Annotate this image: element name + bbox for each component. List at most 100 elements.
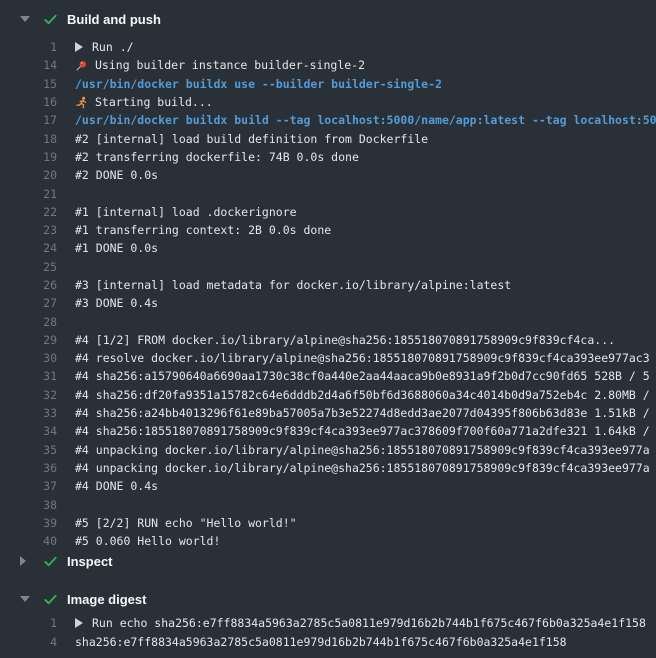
log-line: 20 #2 DONE 0.0s <box>0 166 656 184</box>
line-number[interactable]: 28 <box>0 315 57 329</box>
log-text-content: #4 unpacking docker.io/library/alpine@sh… <box>75 461 650 475</box>
log-text-content: #2 DONE 0.0s <box>75 168 158 182</box>
log-text-content: #4 [1/2] FROM docker.io/library/alpine@s… <box>75 333 615 347</box>
log-line: 26 #3 [internal] load metadata for docker… <box>0 276 656 294</box>
line-number[interactable]: 39 <box>0 516 57 530</box>
log-line: 23 #1 transferring context: 2B 0.0s done <box>0 221 656 239</box>
log-line: 22 #1 [internal] load .dockerignore <box>0 203 656 221</box>
log-line: 34 #4 sha256:185518070891758909c9f839cf4c… <box>0 422 656 440</box>
section-title: Build and push <box>67 12 161 27</box>
log-line: 1 Run echo sha256:e7ff8834a5963a2785c5a08… <box>0 614 656 632</box>
log-text: Run ./ <box>75 40 134 54</box>
log-text: Run echo sha256:e7ff8834a5963a2785c5a081… <box>75 616 646 630</box>
line-number[interactable]: 22 <box>0 205 57 219</box>
log-text-content: /usr/bin/docker buildx build --tag local… <box>75 113 656 127</box>
run-expand-icon[interactable] <box>75 618 83 628</box>
section-title: Inspect <box>67 554 113 569</box>
line-number[interactable]: 14 <box>0 58 57 72</box>
log-text: #1 [internal] load .dockerignore <box>75 205 297 219</box>
line-number[interactable]: 40 <box>0 534 57 548</box>
line-number[interactable]: 30 <box>0 351 57 365</box>
log-text-content: #1 DONE 0.0s <box>75 241 158 255</box>
line-number[interactable]: 34 <box>0 424 57 438</box>
line-number[interactable]: 24 <box>0 241 57 255</box>
section-header-image-digest[interactable]: Image digest <box>0 588 656 610</box>
log-text: /usr/bin/docker buildx build --tag local… <box>75 113 656 127</box>
log-text-content: Run ./ <box>92 40 134 54</box>
line-number[interactable]: 15 <box>0 77 57 91</box>
line-number[interactable]: 27 <box>0 296 57 310</box>
log-text: #4 sha256:a15790640a6690aa1730c38cf0a440… <box>75 369 650 383</box>
log-text: #2 transferring dockerfile: 74B 0.0s don… <box>75 150 359 164</box>
line-number[interactable]: 31 <box>0 369 57 383</box>
line-number[interactable]: 23 <box>0 223 57 237</box>
run-expand-icon[interactable] <box>75 42 83 52</box>
log-text: Starting build... <box>75 95 213 109</box>
log-text-content: #4 sha256:185518070891758909c9f839cf4ca3… <box>75 424 650 438</box>
log-text: #4 sha256:a24bb4013296f61e89ba57005a7b3e… <box>75 406 650 420</box>
runner-emoji-icon <box>75 96 88 109</box>
chevron-down-icon[interactable] <box>20 16 30 22</box>
log-text: #2 DONE 0.0s <box>75 168 158 182</box>
log-line: 40#5 0.060 Hello world! <box>0 532 656 550</box>
line-number[interactable]: 33 <box>0 406 57 420</box>
log-line: 17/usr/bin/docker buildx build --tag loc… <box>0 111 656 129</box>
log-text-content: #3 DONE 0.4s <box>75 296 158 310</box>
log-text: #4 DONE 0.4s <box>75 479 158 493</box>
log-text: #4 [1/2] FROM docker.io/library/alpine@s… <box>75 333 615 347</box>
log-line: 32 #4 sha256:df20fa9351a15782c64e6dddb2d4… <box>0 386 656 404</box>
chevron-down-icon[interactable] <box>20 596 30 602</box>
line-number[interactable]: 16 <box>0 95 57 109</box>
log-line: 24 #1 DONE 0.0s <box>0 239 656 257</box>
line-number[interactable]: 18 <box>0 132 57 146</box>
log-text: #4 unpacking docker.io/library/alpine@sh… <box>75 443 650 457</box>
line-number[interactable]: 35 <box>0 443 57 457</box>
line-number[interactable]: 29 <box>0 333 57 347</box>
workflow-log-panel: Build and push 1 Run ./ 14Using builder in… <box>0 0 656 658</box>
log-text: #2 [internal] load build definition from… <box>75 132 428 146</box>
log-text: sha256:e7ff8834a5963a2785c5a0811e979d16b… <box>75 635 567 649</box>
log-text: #4 unpacking docker.io/library/alpine@sh… <box>75 461 650 475</box>
log-text: #3 [internal] load metadata for docker.i… <box>75 278 511 292</box>
chevron-right-icon[interactable] <box>20 556 30 566</box>
log-lines-build-and-push: 1 Run ./ 14Using builder instance builder-… <box>0 38 656 550</box>
log-line: 25 <box>0 258 656 276</box>
log-text: /usr/bin/docker buildx use --builder bui… <box>75 77 442 91</box>
log-text-content: /usr/bin/docker buildx use --builder bui… <box>75 77 442 91</box>
line-number[interactable]: 32 <box>0 388 57 402</box>
log-line: 38 <box>0 495 656 513</box>
log-text: #4 sha256:185518070891758909c9f839cf4ca3… <box>75 424 650 438</box>
log-text-content: #5 [2/2] RUN echo "Hello world!" <box>75 516 297 530</box>
log-text-content: #4 DONE 0.4s <box>75 479 158 493</box>
log-text: #1 DONE 0.0s <box>75 241 158 255</box>
section-header-inspect[interactable]: Inspect <box>0 550 656 572</box>
log-text-content: #1 transferring context: 2B 0.0s done <box>75 223 331 237</box>
log-line: 14Using builder instance builder-single-… <box>0 56 656 74</box>
log-line: 33 #4 sha256:a24bb4013296f61e89ba57005a7b… <box>0 404 656 422</box>
line-number[interactable]: 1 <box>0 40 57 54</box>
log-line: 19 #2 transferring dockerfile: 74B 0.0s d… <box>0 148 656 166</box>
line-number[interactable]: 4 <box>0 635 57 649</box>
check-icon <box>43 592 58 607</box>
log-text-content: #4 sha256:a24bb4013296f61e89ba57005a7b3e… <box>75 406 650 420</box>
log-line: 31 #4 sha256:a15790640a6690aa1730c38cf0a4… <box>0 367 656 385</box>
line-number[interactable]: 26 <box>0 278 57 292</box>
line-number[interactable]: 25 <box>0 260 57 274</box>
line-number[interactable]: 17 <box>0 113 57 127</box>
line-number[interactable]: 37 <box>0 479 57 493</box>
line-number[interactable]: 38 <box>0 498 57 512</box>
log-line: 36 #4 unpacking docker.io/library/alpine@… <box>0 459 656 477</box>
pushpin-emoji-icon <box>75 59 88 72</box>
log-line: 30 #4 resolve docker.io/library/alpine@sh… <box>0 349 656 367</box>
log-line: 16 Starting build... <box>0 93 656 111</box>
log-text-content: #3 [internal] load metadata for docker.i… <box>75 278 511 292</box>
line-number[interactable]: 19 <box>0 150 57 164</box>
section-header-build-and-push[interactable]: Build and push <box>0 8 656 30</box>
line-number[interactable]: 36 <box>0 461 57 475</box>
line-number[interactable]: 1 <box>0 616 57 630</box>
log-text: #4 sha256:df20fa9351a15782c64e6dddb2d4a6… <box>75 388 650 402</box>
line-number[interactable]: 21 <box>0 187 57 201</box>
log-text-content: Starting build... <box>95 95 213 109</box>
line-number[interactable]: 20 <box>0 168 57 182</box>
log-text: #4 resolve docker.io/library/alpine@sha2… <box>75 351 650 365</box>
